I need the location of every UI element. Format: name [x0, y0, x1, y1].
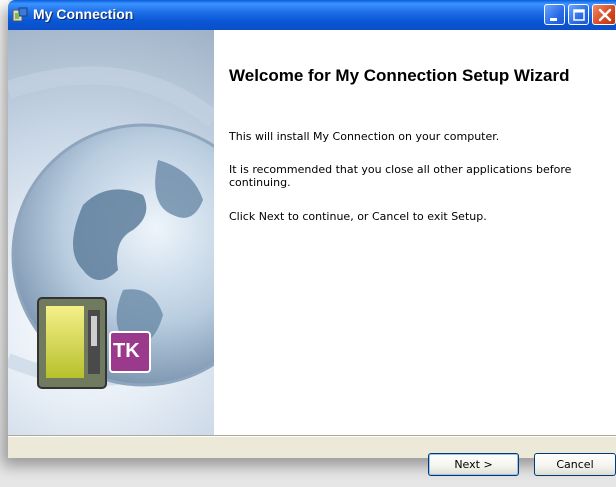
close-icon — [598, 8, 612, 22]
minimize-icon — [550, 18, 557, 21]
maximize-icon — [573, 9, 585, 21]
tk-logo-text: TK — [113, 340, 140, 362]
maximize-button[interactable] — [568, 4, 589, 25]
recommendation-text: It is recommended that you close all oth… — [229, 163, 572, 189]
instructions-text: Click Next to continue, or Cancel to exi… — [229, 210, 487, 223]
wizard-content: Welcome for My Connection Setup Wizard T… — [214, 30, 616, 435]
window-title: My Connection — [33, 6, 134, 22]
cancel-button[interactable]: Cancel — [534, 453, 616, 476]
setup-wizard-window: My Connection TK Welcome for My Connecti… — [8, 0, 616, 476]
footer-divider-highlight — [8, 436, 616, 437]
wizard-heading: Welcome for My Connection Setup Wizard — [229, 66, 570, 85]
globe-illustration — [8, 66, 214, 389]
intro-text: This will install My Connection on your … — [229, 130, 500, 143]
installer-icon — [12, 7, 28, 23]
title-bar[interactable]: My Connection — [8, 0, 616, 30]
wizard-side-image: TK — [8, 30, 214, 435]
next-button[interactable]: Next > — [428, 453, 519, 476]
close-button[interactable] — [592, 4, 616, 25]
minimize-button[interactable] — [544, 4, 565, 25]
